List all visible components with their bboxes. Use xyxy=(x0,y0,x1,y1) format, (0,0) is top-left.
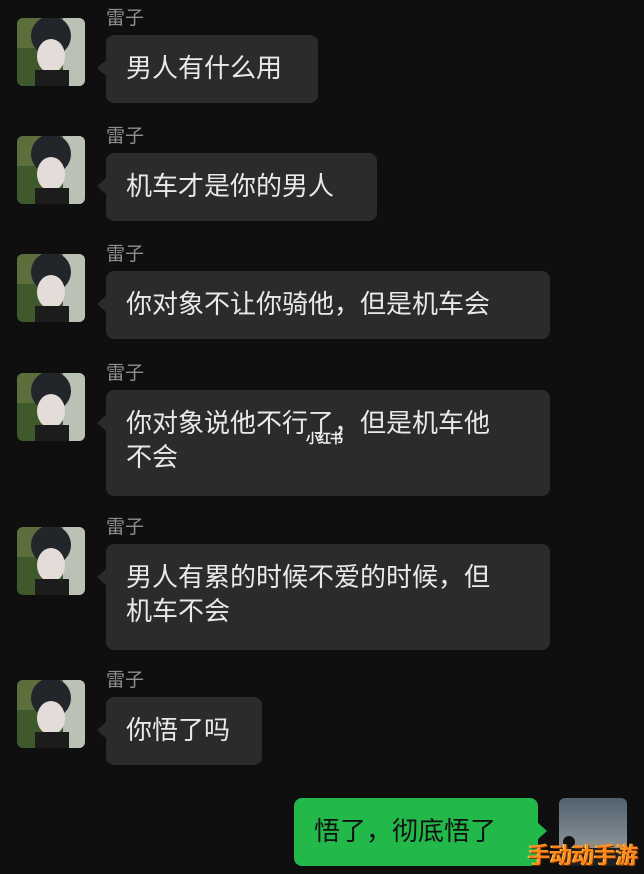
avatar[interactable] xyxy=(17,680,85,748)
avatar[interactable] xyxy=(17,254,85,322)
avatar[interactable] xyxy=(17,527,85,595)
sender-name: 雷子 xyxy=(106,362,145,384)
message-bubble[interactable]: 机车才是你的男人 xyxy=(97,153,377,221)
sender-name: 雷子 xyxy=(106,243,145,265)
message-bubble[interactable]: 你对象不让你骑他，但是机车会 xyxy=(97,271,550,339)
message-bubble[interactable]: 男人有什么用 xyxy=(97,35,318,103)
message-bubble-outgoing[interactable]: 悟了，彻底悟了 xyxy=(294,798,547,866)
avatar[interactable] xyxy=(17,136,85,204)
inline-watermark: 小红书 xyxy=(306,432,343,447)
corner-watermark: 手动动手游 xyxy=(527,844,638,869)
sender-name: 雷子 xyxy=(106,7,145,29)
avatar[interactable] xyxy=(17,373,85,441)
message-bubble[interactable]: 男人有累的时候不爱的时候，但 机车不会 xyxy=(97,544,550,650)
chat-screen: { "messages": [ {"sender": "雷子", "text":… xyxy=(0,0,644,874)
sender-name: 雷子 xyxy=(106,125,145,147)
message-bubble[interactable]: 你悟了吗 xyxy=(97,697,262,765)
avatar[interactable] xyxy=(17,18,85,86)
sender-name: 雷子 xyxy=(106,516,145,538)
sender-name: 雷子 xyxy=(106,669,145,691)
